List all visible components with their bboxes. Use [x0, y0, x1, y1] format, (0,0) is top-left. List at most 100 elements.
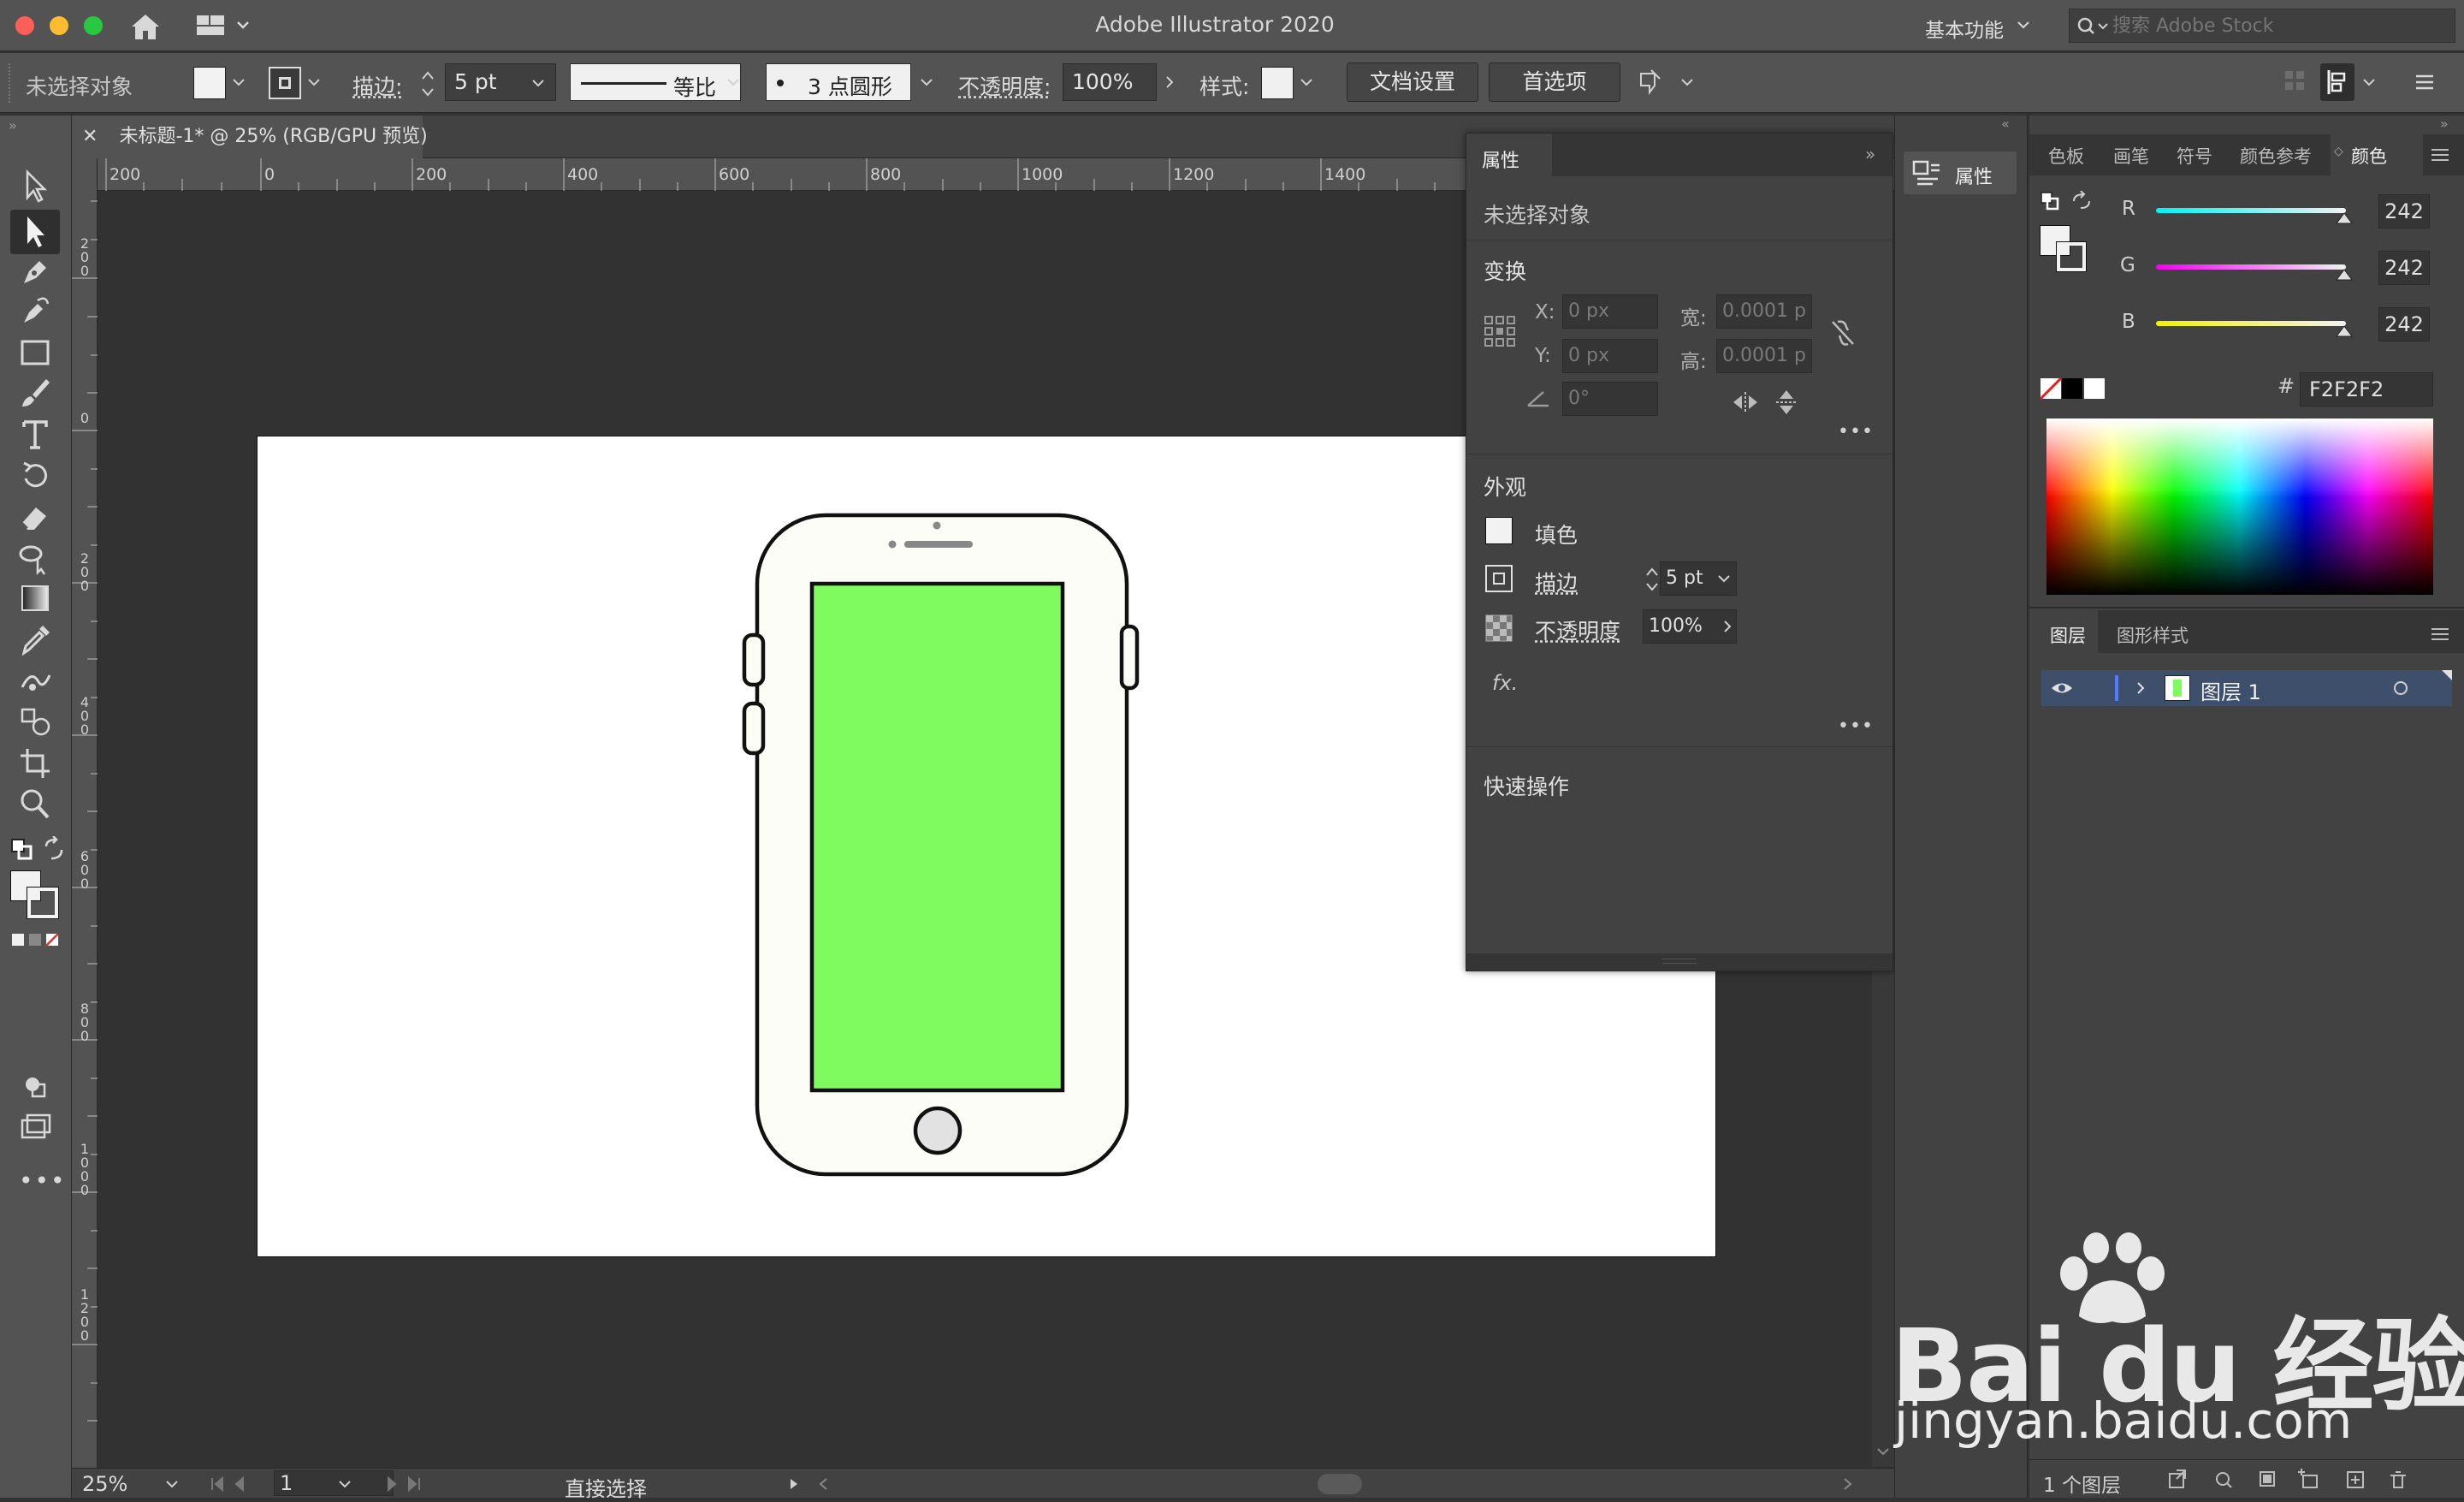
chevron-down-icon[interactable] — [921, 79, 933, 86]
layer-name[interactable]: 图层 1 — [2200, 675, 2261, 705]
chevron-down-icon[interactable] — [308, 79, 320, 86]
b-slider[interactable] — [2156, 321, 2346, 326]
vertical-ruler[interactable]: 2 0 0 0 2 0 0 4 0 0 6 0 0 8 0 0 1 0 0 0 … — [72, 158, 98, 1468]
panel-resize-handle[interactable] — [1466, 953, 1892, 971]
flip-vertical-icon[interactable] — [1774, 389, 1798, 416]
fill-label[interactable]: 填色 — [1535, 519, 1578, 549]
opacity-checker-icon[interactable] — [1485, 614, 1513, 642]
arrange-documents-icon[interactable] — [195, 14, 255, 38]
tab-layers[interactable]: 图层 — [2050, 622, 2086, 648]
tab-color[interactable]: 颜色 — [2351, 143, 2387, 169]
more-appearance-options-icon[interactable]: ••• — [1838, 715, 1874, 737]
variable-width-profile[interactable]: 等比 — [570, 63, 741, 101]
color-mode-icons[interactable] — [10, 930, 62, 949]
hex-field[interactable]: F2F2F2 — [2300, 372, 2433, 407]
close-window-button[interactable] — [15, 16, 34, 35]
x-field[interactable]: 0 px — [1562, 294, 1658, 329]
stock-search-box[interactable] — [2069, 9, 2455, 43]
home-icon[interactable] — [128, 12, 163, 41]
zoom-tool-icon[interactable] — [15, 785, 55, 822]
direct-selection-tool[interactable] — [10, 210, 60, 254]
screen-mode-icon[interactable] — [15, 1110, 55, 1148]
y-field[interactable]: 0 px — [1562, 339, 1658, 373]
stroke-color-box[interactable] — [27, 887, 59, 919]
edit-toolbar-icon[interactable]: ••• — [19, 1167, 67, 1195]
more-transform-options-icon[interactable]: ••• — [1838, 421, 1874, 442]
play-icon[interactable] — [789, 1477, 799, 1491]
horizontal-scroll-thumb[interactable] — [1318, 1474, 1362, 1494]
rotate-tool-icon[interactable] — [15, 456, 55, 494]
zoom-field[interactable]: 25% — [82, 1472, 127, 1496]
stroke-label[interactable]: 描边 — [1535, 567, 1578, 597]
tab-graphic-styles[interactable]: 图形样式 — [2117, 622, 2189, 648]
tab-swatches[interactable]: 色板 — [2048, 143, 2084, 169]
opacity-label[interactable]: 不透明度: — [958, 70, 1051, 101]
stroke-swatch[interactable] — [1485, 565, 1513, 592]
artboard-next-icons[interactable] — [380, 1475, 431, 1493]
gradient-tool-icon[interactable] — [15, 579, 55, 617]
tab-brushes[interactable]: 画笔 — [2113, 143, 2149, 169]
layer-actions-icons[interactable] — [2166, 1469, 2423, 1491]
chevron-down-icon[interactable] — [339, 1481, 351, 1488]
menu-list-icon[interactable] — [2413, 70, 2437, 94]
none-black-white-swatches[interactable] — [2040, 377, 2108, 400]
expand-layer-icon[interactable] — [2135, 680, 2146, 696]
chevron-down-icon[interactable] — [166, 1481, 178, 1488]
scroll-right-icon[interactable] — [1843, 1477, 1853, 1491]
opacity-field[interactable]: 100% — [1063, 63, 1157, 101]
close-tab-icon[interactable]: ✕ — [82, 126, 98, 147]
artboard-tool-icon[interactable] — [15, 744, 55, 781]
collapse-toolbar-icon[interactable]: » — [9, 117, 17, 134]
layer-target-icon[interactable] — [2394, 681, 2408, 695]
default-colors-icon[interactable] — [2040, 191, 2060, 211]
stroke-label[interactable]: 描边: — [352, 70, 402, 101]
stroke-stepper[interactable] — [419, 67, 436, 101]
eye-icon[interactable] — [2050, 680, 2074, 696]
b-slider-thumb[interactable] — [2336, 326, 2353, 338]
color-stroke-box[interactable] — [2056, 241, 2087, 272]
r-slider[interactable] — [2156, 208, 2346, 213]
swap-colors-icon[interactable] — [2070, 191, 2093, 211]
reference-point-icon[interactable] — [1484, 315, 1516, 347]
chevron-down-icon[interactable] — [727, 79, 739, 86]
artboard-number-field[interactable]: 1 — [274, 1470, 394, 1496]
opacity-label[interactable]: 不透明度 — [1535, 614, 1620, 645]
width-field[interactable]: 0.0001 p — [1716, 294, 1812, 329]
expand-dock-icon[interactable]: « — [2001, 116, 2010, 132]
collapse-right-panels-icon[interactable]: » — [2440, 116, 2449, 132]
curvature-tool-icon[interactable] — [15, 292, 55, 329]
rectangle-tool-icon[interactable] — [15, 334, 55, 371]
stroke-swatch[interactable] — [269, 67, 301, 99]
layer-row[interactable]: 图层 1 — [2041, 670, 2452, 706]
eraser-tool-icon[interactable] — [15, 497, 55, 535]
minimize-window-button[interactable] — [50, 16, 68, 35]
flip-horizontal-icon[interactable] — [1732, 390, 1759, 414]
selection-tool-icon[interactable] — [15, 167, 55, 205]
chevron-down-icon[interactable] — [532, 80, 544, 87]
chevron-right-icon[interactable] — [1165, 75, 1174, 89]
paintbrush-tool-icon[interactable] — [15, 374, 55, 412]
brush-definition[interactable]: 3 点圆形 — [766, 63, 911, 101]
rotate-field[interactable]: 0° — [1562, 382, 1658, 416]
eyedropper-tool-icon[interactable] — [15, 620, 55, 658]
swap-fill-stroke-icon[interactable] — [41, 836, 67, 862]
scroll-left-icon[interactable] — [818, 1477, 828, 1491]
type-tool-icon[interactable] — [15, 415, 55, 453]
collapse-panel-icon[interactable]: » — [1865, 144, 1875, 164]
pen-tool-icon[interactable] — [15, 252, 55, 290]
graphic-style-swatch[interactable] — [1261, 67, 1294, 99]
height-field[interactable]: 0.0001 p — [1716, 339, 1812, 373]
fill-swatch[interactable] — [193, 67, 226, 99]
chevron-down-icon[interactable] — [1718, 575, 1730, 583]
default-fill-stroke-icon[interactable] — [9, 836, 34, 862]
fx-icon[interactable]: fx. — [1492, 671, 1518, 695]
r-slider-thumb[interactable] — [2336, 213, 2353, 225]
artboard-prev-icons[interactable] — [209, 1475, 260, 1493]
g-slider[interactable] — [2156, 264, 2346, 270]
g-value[interactable]: 242 — [2378, 251, 2430, 285]
chevron-down-icon[interactable] — [2017, 21, 2029, 29]
align-panel-icon[interactable] — [2320, 63, 2354, 101]
symbol-sprayer-tool-icon[interactable] — [15, 703, 55, 740]
r-value[interactable]: 242 — [2378, 194, 2430, 229]
g-slider-thumb[interactable] — [2336, 270, 2353, 282]
